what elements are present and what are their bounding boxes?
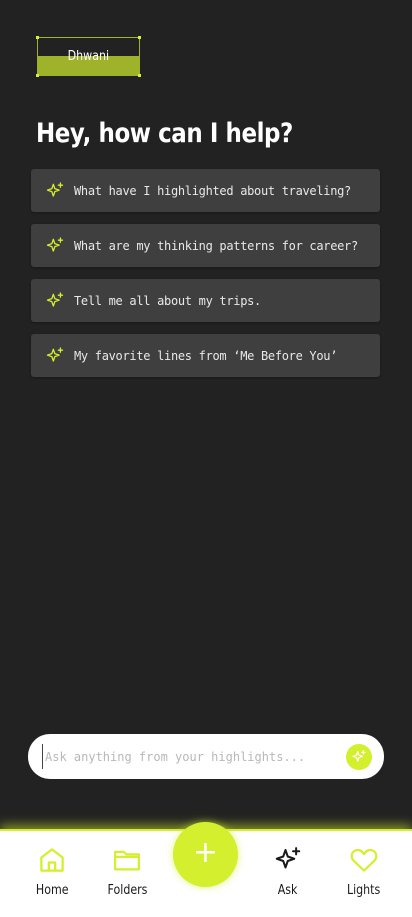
suggestion-text: What have I highlighted about traveling? [74, 183, 351, 198]
ask-send-button[interactable] [346, 744, 372, 770]
suggestion-item[interactable]: What have I highlighted about traveling? [31, 169, 380, 212]
selection-handle [36, 36, 39, 39]
nav-lights-label: Lights [347, 883, 381, 898]
sparkle-icon [46, 181, 64, 197]
nav-home-label: Home [35, 883, 69, 898]
suggestion-text: My favorite lines from ‘Me Before You’ [74, 348, 338, 363]
suggestion-text: Tell me all about my trips. [74, 293, 261, 308]
nav-home[interactable]: Home [22, 845, 82, 898]
sparkle-icon [46, 236, 64, 252]
nav-ask[interactable]: Ask [258, 845, 318, 898]
nav-folders-label: Folders [107, 883, 147, 898]
nav-lights[interactable]: Lights [334, 845, 394, 898]
sparkle-icon [46, 346, 64, 362]
selection-handle [138, 74, 141, 77]
suggestion-list: What have I highlighted about traveling?… [31, 169, 380, 389]
plus-icon: + [192, 835, 219, 870]
suggestion-item[interactable]: Tell me all about my trips. [31, 279, 380, 322]
suggestion-item[interactable]: My favorite lines from ‘Me Before You’ [31, 334, 380, 377]
selection-handle [138, 36, 141, 39]
profile-name: Dhwani [67, 49, 110, 64]
sparkle-icon [352, 750, 366, 762]
ask-bar [28, 734, 384, 779]
add-button[interactable]: + [173, 822, 238, 887]
heart-icon [350, 848, 378, 872]
profile-tag[interactable]: Dhwani [36, 36, 141, 77]
home-icon [40, 848, 64, 872]
ask-input[interactable] [42, 744, 340, 769]
sparkle-icon [275, 847, 301, 869]
suggestion-text: What are my thinking patterns for career… [74, 238, 358, 253]
nav-ask-label: Ask [278, 883, 298, 898]
sparkle-icon [46, 291, 64, 307]
suggestion-item[interactable]: What are my thinking patterns for career… [31, 224, 380, 267]
nav-folders[interactable]: Folders [97, 845, 157, 898]
selection-handle [36, 74, 39, 77]
page-title: Hey, how can I help? [36, 118, 293, 149]
folder-icon [114, 850, 140, 871]
